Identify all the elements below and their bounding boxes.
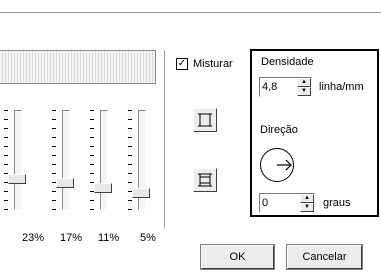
slider-3[interactable] xyxy=(90,110,116,220)
density-input[interactable] xyxy=(262,80,290,94)
density-spinner[interactable]: ▲ ▼ xyxy=(259,77,312,97)
density-title: Densidade xyxy=(261,56,314,68)
density-unit: linha/mm xyxy=(319,81,364,93)
slider-1-value: 23% xyxy=(22,232,45,244)
top-separator xyxy=(0,12,381,13)
ok-button[interactable]: OK xyxy=(200,244,275,270)
slider-1[interactable] xyxy=(4,110,30,220)
direction-up-button[interactable]: ▲ xyxy=(300,194,314,203)
slider-2[interactable] xyxy=(52,110,78,220)
mix-label[interactable]: Misturar xyxy=(193,58,233,70)
slider-ticks xyxy=(90,110,94,214)
arrow-right-icon xyxy=(277,159,292,171)
slider-ticks xyxy=(52,110,56,214)
direction-spinner[interactable]: ▲ ▼ xyxy=(259,193,315,213)
density-down-button[interactable]: ▼ xyxy=(297,87,311,96)
frame-icon xyxy=(198,113,212,127)
slider-track xyxy=(100,110,108,210)
slider-thumb[interactable] xyxy=(94,183,112,193)
direction-title: Direção xyxy=(260,124,298,136)
slider-track xyxy=(62,110,70,210)
direction-down-button[interactable]: ▼ xyxy=(300,203,314,212)
direction-dial[interactable] xyxy=(260,148,294,182)
slider-track xyxy=(14,110,22,210)
slider-4[interactable] xyxy=(128,110,154,220)
slider-3-value: 11% xyxy=(98,232,120,244)
slider-ticks xyxy=(4,110,8,214)
frame-icon xyxy=(198,173,212,187)
mix-checkbox[interactable]: ✓ xyxy=(176,58,188,70)
slider-thumb[interactable] xyxy=(56,178,74,188)
slider-thumb[interactable] xyxy=(8,174,26,184)
direction-input[interactable] xyxy=(262,196,290,210)
vertical-separator xyxy=(164,50,166,228)
slider-thumb[interactable] xyxy=(132,188,150,198)
slider-ticks xyxy=(128,110,132,214)
gradient-preview xyxy=(0,50,156,84)
density-up-button[interactable]: ▲ xyxy=(297,78,311,87)
direction-unit: graus xyxy=(323,197,351,209)
slider-4-value: 5% xyxy=(140,232,156,244)
cancel-button[interactable]: Cancelar xyxy=(286,244,363,270)
frame-bottom-button[interactable] xyxy=(193,168,217,192)
frame-top-button[interactable] xyxy=(193,108,217,132)
slider-2-value: 17% xyxy=(60,232,83,244)
check-icon: ✓ xyxy=(177,58,187,69)
